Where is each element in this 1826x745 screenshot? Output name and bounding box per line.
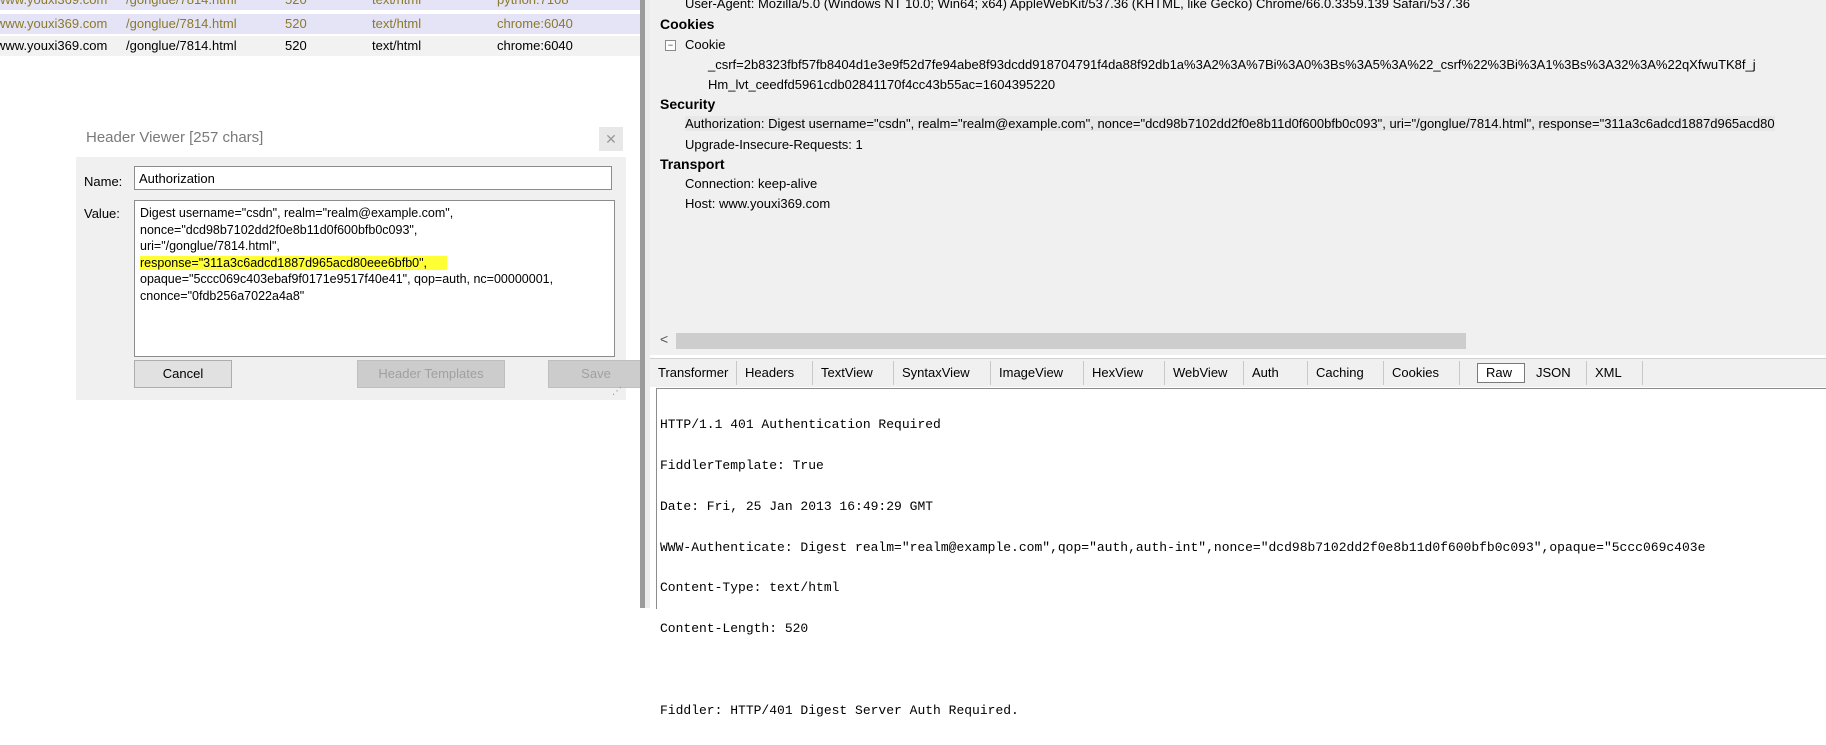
session-size: 520 (285, 0, 307, 10)
close-icon[interactable]: ✕ (599, 127, 623, 151)
raw-response-view[interactable]: HTTP/1.1 401 Authentication Required Fid… (656, 388, 1826, 717)
header-authorization[interactable]: Authorization: Digest username="csdn", r… (685, 116, 1775, 131)
value-label: Value: (84, 206, 120, 221)
raw-line: Date: Fri, 25 Jan 2013 16:49:29 GMT (660, 498, 934, 514)
session-size: 520 (285, 38, 307, 53)
raw-line: Content-Type: text/html (660, 580, 840, 596)
header-templates-button[interactable]: Header Templates (357, 360, 505, 388)
session-process: python:7108 (497, 0, 569, 10)
tab-transformer[interactable]: Transformer (650, 361, 737, 385)
session-row[interactable]: www.youxi369.com /gonglue/7814.html 520 … (0, 0, 640, 10)
session-content-type: text/html (372, 16, 422, 31)
value-line: opaque="5ccc069c403ebaf9f0171e9517f40e41… (140, 272, 554, 286)
value-line: nonce="dcd98b7102dd2f0e8b11d0f600bfb0c09… (140, 222, 418, 237)
session-content-type: text/html (372, 38, 422, 53)
response-tabs: Transformer Headers TextView SyntaxView … (650, 358, 1826, 387)
raw-response-text: HTTP/1.1 401 Authentication Required Fid… (660, 391, 1705, 744)
group-transport[interactable]: Transport (660, 156, 725, 172)
raw-line: FiddlerTemplate: True (660, 457, 824, 473)
tab-json[interactable]: JSON (1528, 361, 1587, 385)
group-cookies[interactable]: Cookies (660, 16, 714, 32)
session-list: www.youxi369.com /gonglue/7814.html 520 … (0, 0, 640, 608)
raw-line (660, 663, 1705, 677)
session-content-type: text/html (372, 0, 421, 10)
raw-line: Fiddler: HTTP/401 Digest Server Auth Req… (660, 702, 1019, 718)
raw-line: WWW-Authenticate: Digest realm="realm@ex… (660, 539, 1706, 555)
session-url: /gonglue/7814.html (126, 16, 237, 31)
tab-webview[interactable]: WebView (1165, 361, 1244, 385)
horizontal-scrollbar[interactable]: < (652, 330, 1826, 350)
resize-grip-icon[interactable]: ⋰ (612, 386, 624, 398)
value-line: Digest username="csdn", realm="realm@exa… (140, 206, 454, 220)
header-name-field[interactable]: Authorization (134, 166, 612, 190)
cancel-button[interactable]: Cancel (134, 360, 232, 388)
save-button[interactable]: Save (548, 360, 640, 388)
session-process: chrome:6040 (497, 16, 573, 31)
header-viewer-dialog: Header Viewer [257 chars] ✕ Name: Author… (76, 120, 640, 400)
tab-caching[interactable]: Caching (1308, 361, 1384, 385)
tab-textview[interactable]: TextView (813, 361, 894, 385)
raw-line: Content-Length: 520 (660, 621, 809, 637)
session-size: 520 (285, 16, 307, 31)
cookie-csrf[interactable]: _csrf=2b8323fbf57fb8404d1e3e9f52d7fe94ab… (708, 57, 1756, 72)
tab-imageview[interactable]: ImageView (991, 361, 1084, 385)
collapse-icon[interactable]: − (665, 40, 676, 51)
header-host[interactable]: Host: www.youxi369.com (685, 196, 830, 211)
session-host: www.youxi369.com (0, 38, 108, 53)
session-row[interactable]: www.youxi369.com /gonglue/7814.html 520 … (0, 36, 640, 56)
tab-hexview[interactable]: HexView (1084, 361, 1165, 385)
header-connection[interactable]: Connection: keep-alive (685, 176, 817, 191)
session-process: chrome:6040 (497, 38, 573, 53)
group-security[interactable]: Security (660, 96, 715, 112)
session-url: /gonglue/7814.html (126, 0, 237, 10)
session-row[interactable]: www.youxi369.com /gonglue/7814.html 520 … (0, 14, 640, 34)
tab-xml[interactable]: XML (1587, 361, 1643, 385)
dialog-title: Header Viewer [257 chars] (86, 129, 264, 146)
value-line: cnonce="0fdb256a7022a4a8" (140, 288, 305, 303)
tab-auth[interactable]: Auth (1244, 361, 1308, 385)
scroll-left-icon[interactable]: < (660, 331, 668, 347)
header-upgrade-insecure[interactable]: Upgrade-Insecure-Requests: 1 (685, 137, 863, 152)
header-value-field[interactable]: Digest username="csdn", realm="realm@exa… (134, 200, 615, 357)
scrollbar-thumb[interactable] (676, 333, 1466, 349)
tab-syntaxview[interactable]: SyntaxView (894, 361, 991, 385)
dialog-titlebar[interactable]: Header Viewer [257 chars] ✕ (76, 120, 626, 157)
header-user-agent[interactable]: User-Agent: Mozilla/5.0 (Windows NT 10.0… (685, 0, 1470, 11)
name-label: Name: (84, 174, 123, 189)
value-line-selected: response="311a3c6adcd1887d965acd80eee6bf… (140, 255, 448, 270)
tab-cookies[interactable]: Cookies (1384, 361, 1460, 385)
request-headers-tree: User-Agent: Mozilla/5.0 (Windows NT 10.0… (650, 0, 1826, 355)
raw-line: HTTP/1.1 401 Authentication Required (660, 417, 941, 433)
tab-raw[interactable]: Raw (1477, 363, 1525, 383)
cookie-hm-lvt[interactable]: Hm_lvt_ceedfd5961cdb02841170f4cc43b55ac=… (708, 77, 1055, 92)
header-cookie[interactable]: Cookie (685, 37, 725, 52)
value-line: uri="/gonglue/7814.html", (140, 239, 280, 253)
session-url: /gonglue/7814.html (126, 38, 237, 53)
tab-headers[interactable]: Headers (737, 361, 813, 385)
session-host: www.youxi369.com (0, 0, 107, 10)
session-host: www.youxi369.com (0, 16, 108, 31)
